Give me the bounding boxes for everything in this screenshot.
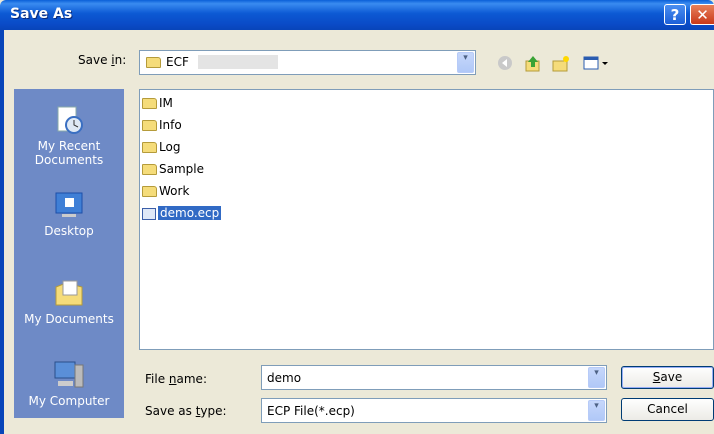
save-in-value: ECF <box>166 55 189 69</box>
place-desktop[interactable]: Desktop <box>14 189 124 238</box>
folder-icon <box>142 164 157 175</box>
list-item[interactable]: Sample <box>142 160 204 178</box>
recent-documents-icon <box>53 104 85 136</box>
place-recent-documents[interactable]: My Recent Documents <box>14 104 124 167</box>
save-button[interactable]: Save <box>621 366 714 389</box>
my-documents-icon <box>53 277 85 309</box>
redacted-path <box>198 55 278 69</box>
places-bar: My Recent Documents Desktop My Documents… <box>14 89 124 418</box>
place-my-documents[interactable]: My Documents <box>14 277 124 326</box>
window-frame <box>0 30 4 434</box>
folder-icon <box>142 186 157 197</box>
new-folder-icon[interactable] <box>552 55 570 73</box>
file-name-field[interactable]: demo ▾ <box>261 365 607 390</box>
place-label: Desktop <box>44 224 94 238</box>
folder-icon <box>142 98 157 109</box>
save-in-label: Save in: <box>78 53 127 67</box>
up-folder-icon[interactable] <box>524 55 542 73</box>
place-label: My Recent Documents <box>34 139 104 167</box>
list-item[interactable]: Work <box>142 182 189 200</box>
close-button[interactable]: ✕ <box>690 4 714 25</box>
place-label: My Documents <box>24 312 114 326</box>
file-name-value: demo <box>267 371 302 385</box>
desktop-icon <box>53 189 85 221</box>
my-computer-icon <box>53 359 85 391</box>
cancel-button[interactable]: Cancel <box>621 398 714 421</box>
chevron-down-icon[interactable]: ▾ <box>457 52 474 73</box>
list-item[interactable]: Log <box>142 138 180 156</box>
back-icon[interactable] <box>496 55 514 73</box>
file-name-label: File name: <box>145 372 207 386</box>
file-list[interactable]: IM Info Log Sample Work demo.ecp <box>139 89 714 350</box>
ecp-file-icon <box>142 207 156 220</box>
save-as-type-select[interactable]: ECP File(*.ecp) ▾ <box>261 398 607 423</box>
folder-icon <box>146 57 161 68</box>
chevron-down-icon[interactable]: ▾ <box>588 367 605 388</box>
save-in-combo[interactable]: ECF ▾ <box>139 50 476 75</box>
chevron-down-icon[interactable]: ▾ <box>588 400 605 421</box>
folder-icon <box>142 120 157 131</box>
window-title: Save As <box>10 6 73 22</box>
list-item[interactable]: IM <box>142 94 173 112</box>
list-item-selected[interactable]: demo.ecp <box>142 204 222 222</box>
folder-icon <box>142 142 157 153</box>
place-label: My Computer <box>28 394 110 408</box>
title-bar[interactable]: Save As ? ✕ <box>0 0 714 30</box>
save-as-type-value: ECP File(*.ecp) <box>267 404 355 418</box>
list-item[interactable]: Info <box>142 116 182 134</box>
views-menu-icon[interactable] <box>582 55 610 73</box>
place-my-computer[interactable]: My Computer <box>14 359 124 408</box>
save-as-type-label: Save as type: <box>145 404 227 418</box>
help-button[interactable]: ? <box>664 4 686 25</box>
